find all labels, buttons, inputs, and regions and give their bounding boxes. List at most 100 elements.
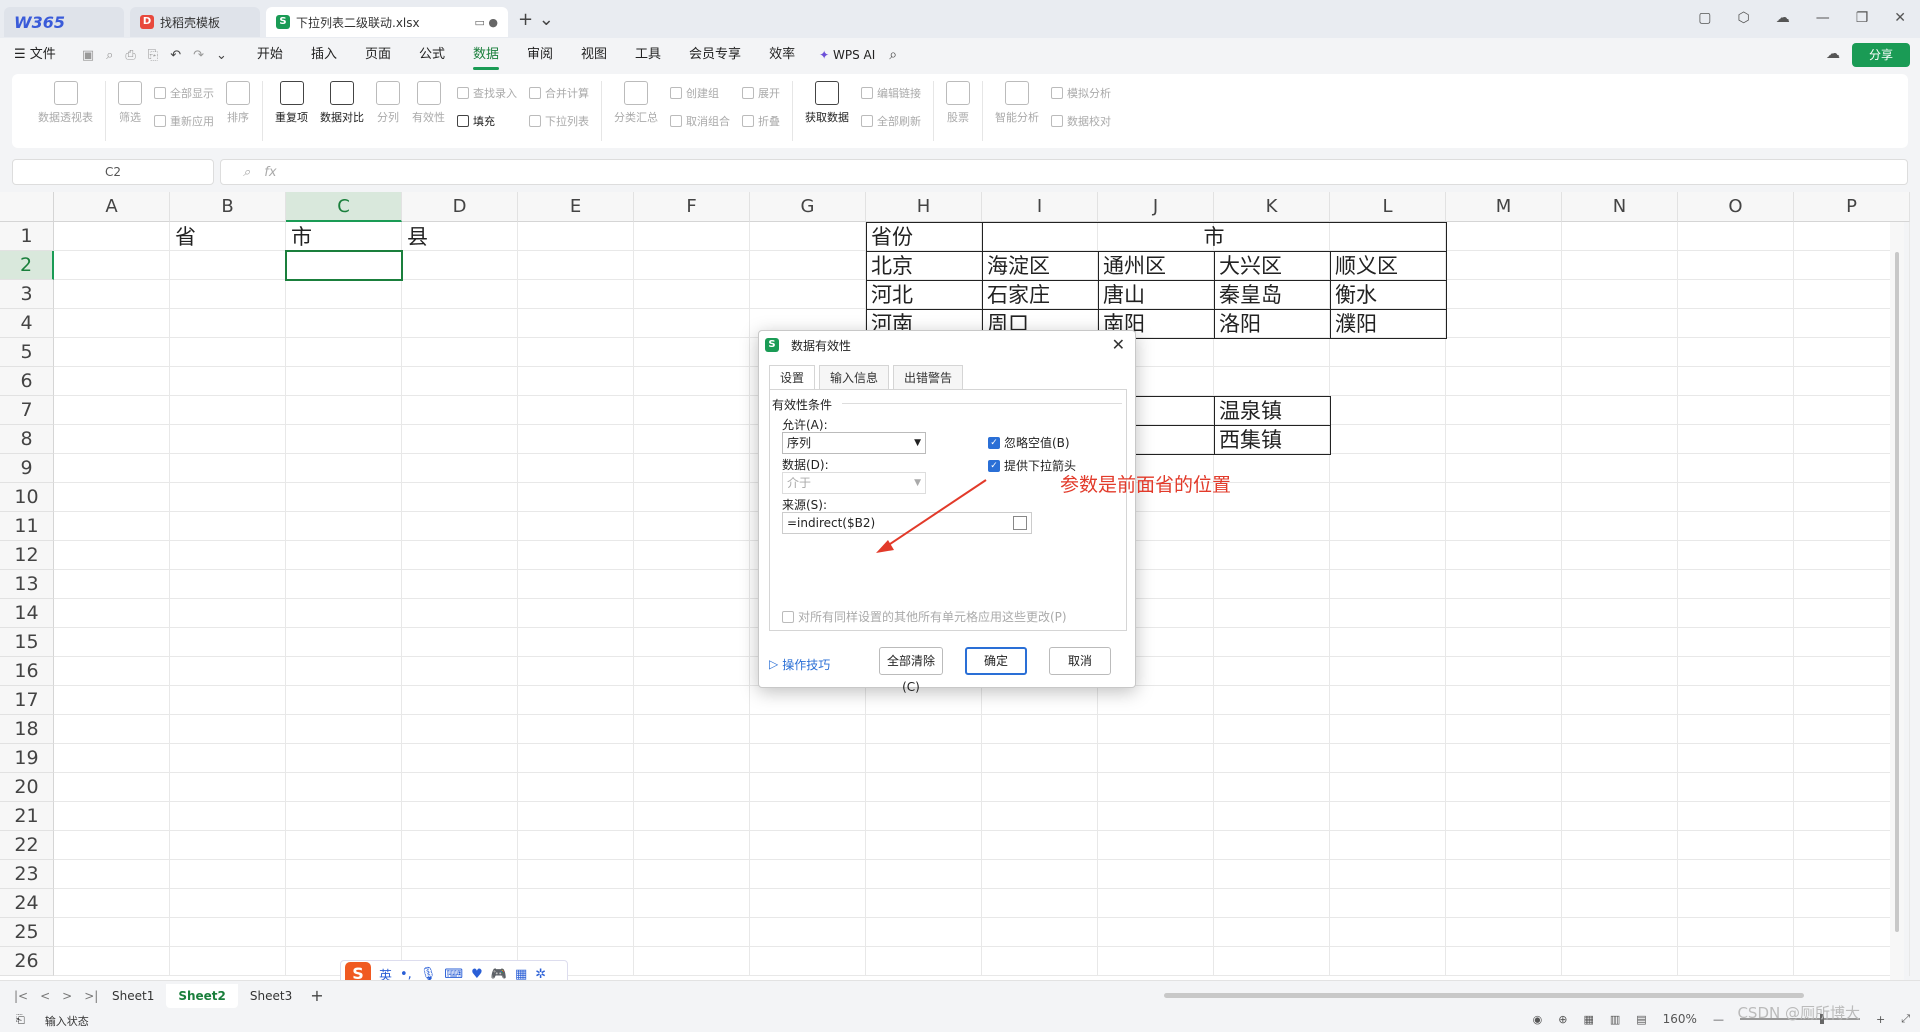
cell-I1[interactable]: 市 bbox=[982, 223, 1446, 252]
menu-insert[interactable]: 插入 bbox=[297, 38, 351, 72]
horizontal-scroll-thumb[interactable] bbox=[1164, 993, 1804, 998]
column-header-C[interactable]: C bbox=[286, 192, 402, 222]
zoom-in-icon[interactable]: + bbox=[1876, 1013, 1885, 1026]
ignore-blank-checkbox[interactable]: ✓ 忽略空值(B) bbox=[988, 434, 1070, 451]
duplicates-button[interactable]: 重复项 bbox=[269, 81, 314, 125]
dialog-title-bar[interactable]: S 数据有效性 bbox=[759, 331, 1135, 359]
source-input[interactable]: =indirect($B2) bbox=[782, 512, 1032, 534]
redo-icon[interactable]: ↷ bbox=[193, 48, 204, 63]
allow-select[interactable]: 序列 ▼ bbox=[782, 432, 926, 454]
minimize-icon[interactable]: — bbox=[1816, 10, 1830, 26]
cell-L2[interactable]: 顺义区 bbox=[1330, 252, 1446, 281]
next-sheet-icon[interactable]: > bbox=[62, 989, 72, 1003]
row-header-14[interactable]: 14 bbox=[0, 599, 54, 628]
sheet-tab-1[interactable]: Sheet1 bbox=[100, 984, 166, 1008]
row-header-15[interactable]: 15 bbox=[0, 628, 54, 657]
range-picker-icon[interactable] bbox=[1013, 516, 1027, 530]
sheet-tab-2[interactable]: Sheet2 bbox=[166, 983, 238, 1008]
column-header-F[interactable]: F bbox=[634, 192, 750, 222]
cell-K3[interactable]: 秦皇岛 bbox=[1214, 281, 1330, 310]
cell-C1[interactable]: 市 bbox=[286, 223, 402, 252]
row-header-7[interactable]: 7 bbox=[0, 396, 54, 425]
lookup-entry-button[interactable]: 查找录入 bbox=[457, 85, 517, 101]
column-header-A[interactable]: A bbox=[54, 192, 170, 222]
reading-view-icon[interactable]: ▥ bbox=[1610, 1013, 1620, 1026]
wps-ai-button[interactable]: ✦ WPS AI bbox=[819, 48, 875, 62]
fullscreen-icon[interactable]: ⤢ bbox=[1901, 1012, 1910, 1026]
row-header-25[interactable]: 25 bbox=[0, 918, 54, 947]
edit-links-button[interactable]: 编辑链接 bbox=[861, 85, 921, 101]
column-header-D[interactable]: D bbox=[402, 192, 518, 222]
active-cell-selection[interactable] bbox=[285, 250, 403, 281]
row-header-17[interactable]: 17 bbox=[0, 686, 54, 715]
cell-K4[interactable]: 洛阳 bbox=[1214, 310, 1330, 339]
cancel-button[interactable]: 取消 bbox=[1049, 647, 1111, 675]
row-header-2[interactable]: 2 bbox=[0, 251, 54, 280]
menu-page[interactable]: 页面 bbox=[351, 38, 405, 72]
get-data-button[interactable]: 获取数据 bbox=[799, 81, 855, 125]
column-header-H[interactable]: H bbox=[866, 192, 982, 222]
validity-button[interactable]: 有效性 bbox=[406, 81, 451, 125]
row-header-19[interactable]: 19 bbox=[0, 744, 54, 773]
row-header-9[interactable]: 9 bbox=[0, 454, 54, 483]
share-button[interactable]: 分享 bbox=[1852, 43, 1910, 67]
row-header-8[interactable]: 8 bbox=[0, 425, 54, 454]
close-icon[interactable]: ✕ bbox=[1894, 10, 1906, 26]
clear-all-button[interactable]: 全部清除(C) bbox=[879, 647, 943, 694]
row-header-1[interactable]: 1 bbox=[0, 222, 54, 251]
tab-input-message[interactable]: 输入信息 bbox=[819, 365, 890, 389]
normal-view-icon[interactable]: ▦ bbox=[1583, 1013, 1593, 1026]
tab-wps365[interactable]: W365 bbox=[4, 7, 124, 37]
layout-icon[interactable]: ▢ bbox=[1698, 10, 1711, 26]
consolidate-button[interactable]: 合并计算 bbox=[529, 85, 589, 101]
menu-review[interactable]: 审阅 bbox=[513, 38, 567, 72]
tips-link[interactable]: ▷ 操作技巧 bbox=[769, 656, 830, 673]
stocks-button[interactable]: 股票 bbox=[940, 81, 976, 125]
column-header-B[interactable]: B bbox=[170, 192, 286, 222]
cell-I3[interactable]: 石家庄 bbox=[982, 281, 1098, 310]
fx-icon[interactable]: fx bbox=[264, 165, 276, 180]
menu-formula[interactable]: 公式 bbox=[405, 38, 459, 72]
eye-protection-icon[interactable]: ◉ bbox=[1533, 1013, 1543, 1026]
tab-settings[interactable]: 设置 bbox=[769, 365, 816, 389]
restore-icon[interactable]: ❐ bbox=[1856, 10, 1869, 26]
row-header-5[interactable]: 5 bbox=[0, 338, 54, 367]
row-header-12[interactable]: 12 bbox=[0, 541, 54, 570]
column-header-O[interactable]: O bbox=[1678, 192, 1794, 222]
cell-D1[interactable]: 县 bbox=[402, 223, 518, 252]
row-header-4[interactable]: 4 bbox=[0, 309, 54, 338]
new-tab-plus-icon[interactable]: + ⌄ bbox=[518, 9, 554, 30]
sort-button[interactable]: 排序 bbox=[220, 81, 256, 125]
formula-input[interactable]: ⌕ fx bbox=[220, 159, 1908, 185]
vertical-scroll-thumb[interactable] bbox=[1895, 252, 1899, 932]
cell-I2[interactable]: 海淀区 bbox=[982, 252, 1098, 281]
cube-icon[interactable]: ⬡ bbox=[1737, 10, 1749, 26]
create-group-button[interactable]: 创建组 bbox=[670, 85, 730, 101]
cell-J2[interactable]: 通州区 bbox=[1098, 252, 1214, 281]
smart-analysis-button[interactable]: 智能分析 bbox=[989, 81, 1045, 125]
tab-monitor-icon[interactable]: ▭ ● bbox=[475, 16, 499, 29]
page-view-icon[interactable]: ▤ bbox=[1636, 1013, 1646, 1026]
zoom-level[interactable]: 160% bbox=[1663, 1012, 1697, 1026]
menu-efficiency[interactable]: 效率 bbox=[755, 38, 809, 72]
prev-sheet-icon[interactable]: < bbox=[40, 989, 50, 1003]
cell-H3[interactable]: 河北 bbox=[866, 281, 982, 310]
row-header-11[interactable]: 11 bbox=[0, 512, 54, 541]
column-header-K[interactable]: K bbox=[1214, 192, 1330, 222]
column-header-N[interactable]: N bbox=[1562, 192, 1678, 222]
cell-B1[interactable]: 省 bbox=[170, 223, 286, 252]
zoom-out-icon[interactable]: — bbox=[1713, 1013, 1724, 1026]
menu-tools[interactable]: 工具 bbox=[621, 38, 675, 72]
row-header-20[interactable]: 20 bbox=[0, 773, 54, 802]
tab-error-alert[interactable]: 出错警告 bbox=[893, 365, 964, 389]
file-menu[interactable]: ☰ 文件 bbox=[0, 38, 70, 72]
cell-K2[interactable]: 大兴区 bbox=[1214, 252, 1330, 281]
row-header-24[interactable]: 24 bbox=[0, 889, 54, 918]
pivot-table-button[interactable]: 数据透视表 bbox=[32, 81, 99, 125]
row-header-22[interactable]: 22 bbox=[0, 831, 54, 860]
column-header-G[interactable]: G bbox=[750, 192, 866, 222]
close-icon[interactable]: ✕ bbox=[1112, 335, 1125, 354]
column-header-L[interactable]: L bbox=[1330, 192, 1446, 222]
fill-button[interactable]: 填充 bbox=[457, 113, 517, 129]
what-if-button[interactable]: 模拟分析 bbox=[1051, 85, 1111, 101]
